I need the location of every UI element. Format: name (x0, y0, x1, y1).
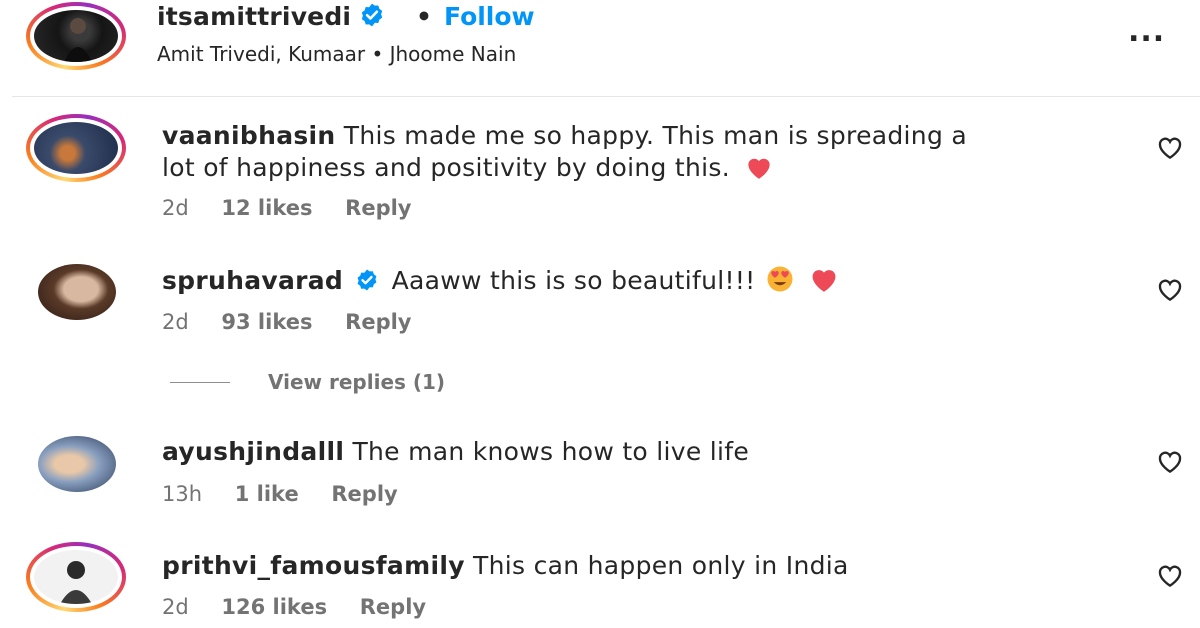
avatar-image (60, 561, 92, 604)
more-options-icon[interactable]: ... (1128, 14, 1165, 49)
reply-button[interactable]: Reply (345, 196, 411, 220)
comment-meta: 2d 93 likes Reply (162, 310, 438, 334)
comment-username[interactable]: spruhavarad (162, 266, 343, 295)
separator-dot: • (416, 2, 432, 31)
like-heart-icon[interactable] (1155, 134, 1185, 164)
audio-track[interactable]: Amit Trivedi, Kumaar • Jhoome Nain (157, 42, 516, 66)
like-heart-icon[interactable] (1155, 276, 1185, 306)
red-heart-emoji-icon (804, 266, 840, 295)
comment-avatar[interactable] (38, 264, 116, 320)
view-replies-button[interactable]: View replies (1) (268, 370, 445, 394)
comment-meta: 13h 1 like Reply (162, 482, 424, 506)
comment-avatar[interactable] (26, 542, 126, 612)
view-replies-line (170, 382, 230, 383)
header-divider (12, 96, 1200, 97)
avatar-image (64, 18, 92, 62)
comment-text-cont: lot of happiness and positivity by doing… (162, 153, 730, 182)
comment-likes[interactable]: 12 likes (221, 196, 312, 220)
comment-likes[interactable]: 126 likes (221, 595, 327, 619)
comment-time: 13h (162, 482, 203, 506)
header-avatar[interactable] (26, 2, 126, 70)
comment-body: prithvi_famousfamily This can happen onl… (162, 550, 1122, 582)
comment-time: 2d (162, 595, 189, 619)
comment-meta: 2d 12 likes Reply (162, 196, 438, 220)
reply-button[interactable]: Reply (345, 310, 411, 334)
reply-button[interactable]: Reply (360, 595, 426, 619)
comment-text: Aaaww this is so beautiful!!! (391, 266, 756, 295)
comment-username[interactable]: prithvi_famousfamily (162, 551, 465, 580)
comment-likes[interactable]: 93 likes (221, 310, 312, 334)
heart-eyes-emoji-icon (764, 266, 796, 295)
verified-badge-icon (359, 2, 385, 34)
comment-username[interactable]: vaanibhasin (162, 121, 336, 150)
comment-meta: 2d 126 likes Reply (162, 595, 452, 619)
comment-time: 2d (162, 310, 189, 334)
like-heart-icon[interactable] (1155, 448, 1185, 478)
reply-button[interactable]: Reply (331, 482, 397, 506)
comment-avatar[interactable] (38, 436, 116, 492)
comment-likes[interactable]: 1 like (235, 482, 299, 506)
like-heart-icon[interactable] (1155, 562, 1185, 592)
comment-username[interactable]: ayushjindalll (162, 437, 344, 466)
post-username[interactable]: itsamittrivedi (157, 2, 385, 34)
follow-button[interactable]: Follow (444, 2, 535, 31)
comment-body: ayushjindalll The man knows how to live … (162, 436, 1122, 468)
comment-text: This made me so happy. This man is sprea… (343, 121, 967, 150)
comment-body: spruhavarad Aaaww this is so beautiful!!… (162, 264, 1122, 297)
comment-text: The man knows how to live life (352, 437, 750, 466)
verified-badge-icon (351, 266, 383, 295)
comment-avatar[interactable] (26, 114, 126, 182)
comment-time: 2d (162, 196, 189, 220)
comment-body: vaanibhasin This made me so happy. This … (162, 120, 1122, 184)
red-heart-emoji-icon (738, 153, 774, 182)
comment-text: This can happen only in India (473, 551, 849, 580)
